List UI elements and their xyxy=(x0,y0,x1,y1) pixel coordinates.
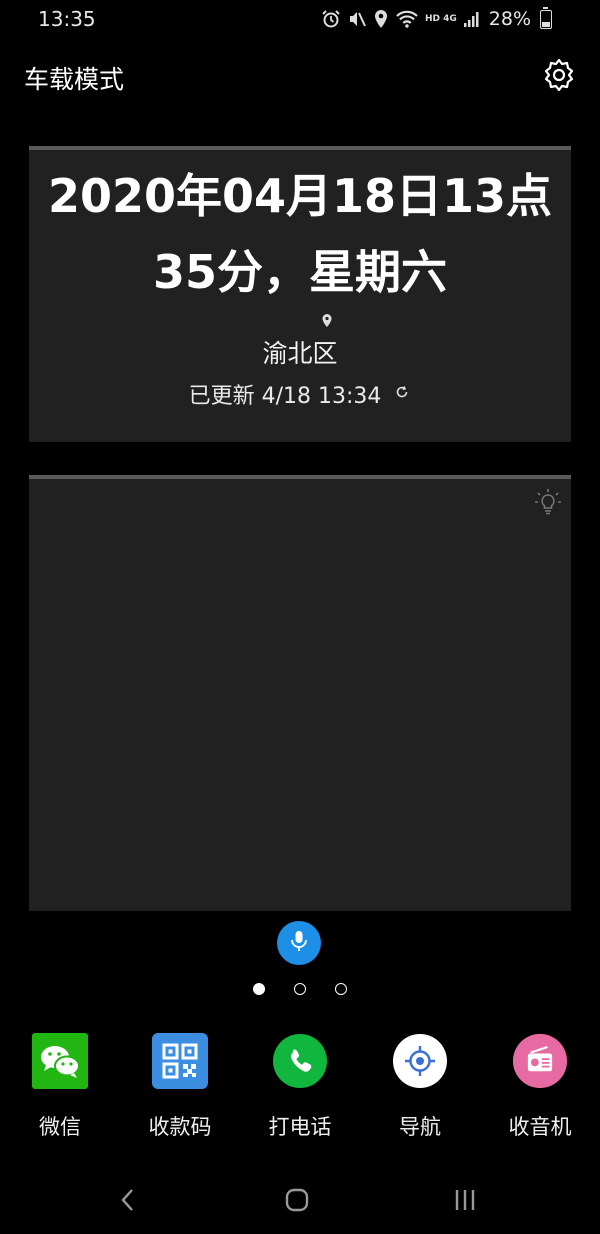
settings-button[interactable] xyxy=(538,56,580,98)
datetime-text: 2020年04月18日13点 35分，星期六 xyxy=(29,158,571,310)
wifi-icon xyxy=(395,9,419,29)
voice-button[interactable] xyxy=(277,921,321,965)
qr-code-icon xyxy=(152,1033,208,1089)
page-dot-3[interactable] xyxy=(335,983,347,995)
gear-icon xyxy=(541,57,577,97)
dock-item-wechat[interactable]: 微信 xyxy=(0,1033,120,1141)
location-pin-icon xyxy=(321,313,333,332)
dock-item-radio[interactable]: 收音机 xyxy=(480,1033,600,1141)
dock-item-payment-code[interactable]: 收款码 xyxy=(120,1033,240,1141)
microphone-icon xyxy=(289,929,309,957)
datetime-line1: 2020年04月18日13点 xyxy=(47,169,553,223)
signal-icon xyxy=(463,10,481,28)
wechat-icon xyxy=(32,1033,88,1089)
dock-label-wechat: 微信 xyxy=(39,1115,81,1139)
status-bar: 13:35 HD 4G 28% xyxy=(0,0,600,38)
page-title: 车载模式 xyxy=(24,65,125,94)
mute-icon xyxy=(347,9,367,29)
back-icon xyxy=(118,1187,138,1217)
dock-label-phone: 打电话 xyxy=(268,1115,332,1139)
location-label: 渝北区 xyxy=(262,339,338,368)
updated-text: 已更新 4/18 13:34 xyxy=(188,384,382,409)
datetime-card[interactable]: 2020年04月18日13点 35分，星期六 渝北区 已更新 4/18 13:3… xyxy=(29,146,571,442)
page-dot-2[interactable] xyxy=(294,983,306,995)
home-button[interactable] xyxy=(267,1182,327,1222)
dock-label-payment-code: 收款码 xyxy=(148,1115,212,1139)
home-icon xyxy=(284,1187,310,1217)
battery-icon xyxy=(540,6,552,29)
status-icons: HD 4G 28% xyxy=(321,6,552,30)
back-button[interactable] xyxy=(98,1182,158,1222)
update-row: 已更新 4/18 13:34 xyxy=(29,378,571,410)
phone-icon xyxy=(272,1033,328,1089)
lightbulb-icon[interactable] xyxy=(533,487,563,521)
status-time: 13:35 xyxy=(38,7,96,31)
dock-item-phone[interactable]: 打电话 xyxy=(240,1033,360,1141)
alarm-icon xyxy=(321,9,341,29)
recents-icon xyxy=(452,1187,478,1217)
app-dock: 微信 收款码 打电话 导航 收音机 xyxy=(0,1033,600,1143)
dock-label-navigation: 导航 xyxy=(399,1115,441,1139)
shortcut-card[interactable] xyxy=(29,475,571,911)
page-indicator xyxy=(0,983,600,999)
datetime-line2: 35分，星期六 xyxy=(152,245,447,299)
navigation-icon xyxy=(392,1033,448,1089)
dock-label-radio: 收音机 xyxy=(508,1115,572,1139)
refresh-icon[interactable] xyxy=(393,382,411,407)
radio-icon xyxy=(512,1033,568,1089)
system-nav-bar xyxy=(0,1170,600,1234)
page-dot-1[interactable] xyxy=(253,983,265,995)
location-icon xyxy=(373,9,389,29)
dock-item-navigation[interactable]: 导航 xyxy=(360,1033,480,1141)
network-label: HD 4G xyxy=(424,14,457,24)
battery-percent: 28% xyxy=(488,8,531,30)
recents-button[interactable] xyxy=(435,1182,495,1222)
